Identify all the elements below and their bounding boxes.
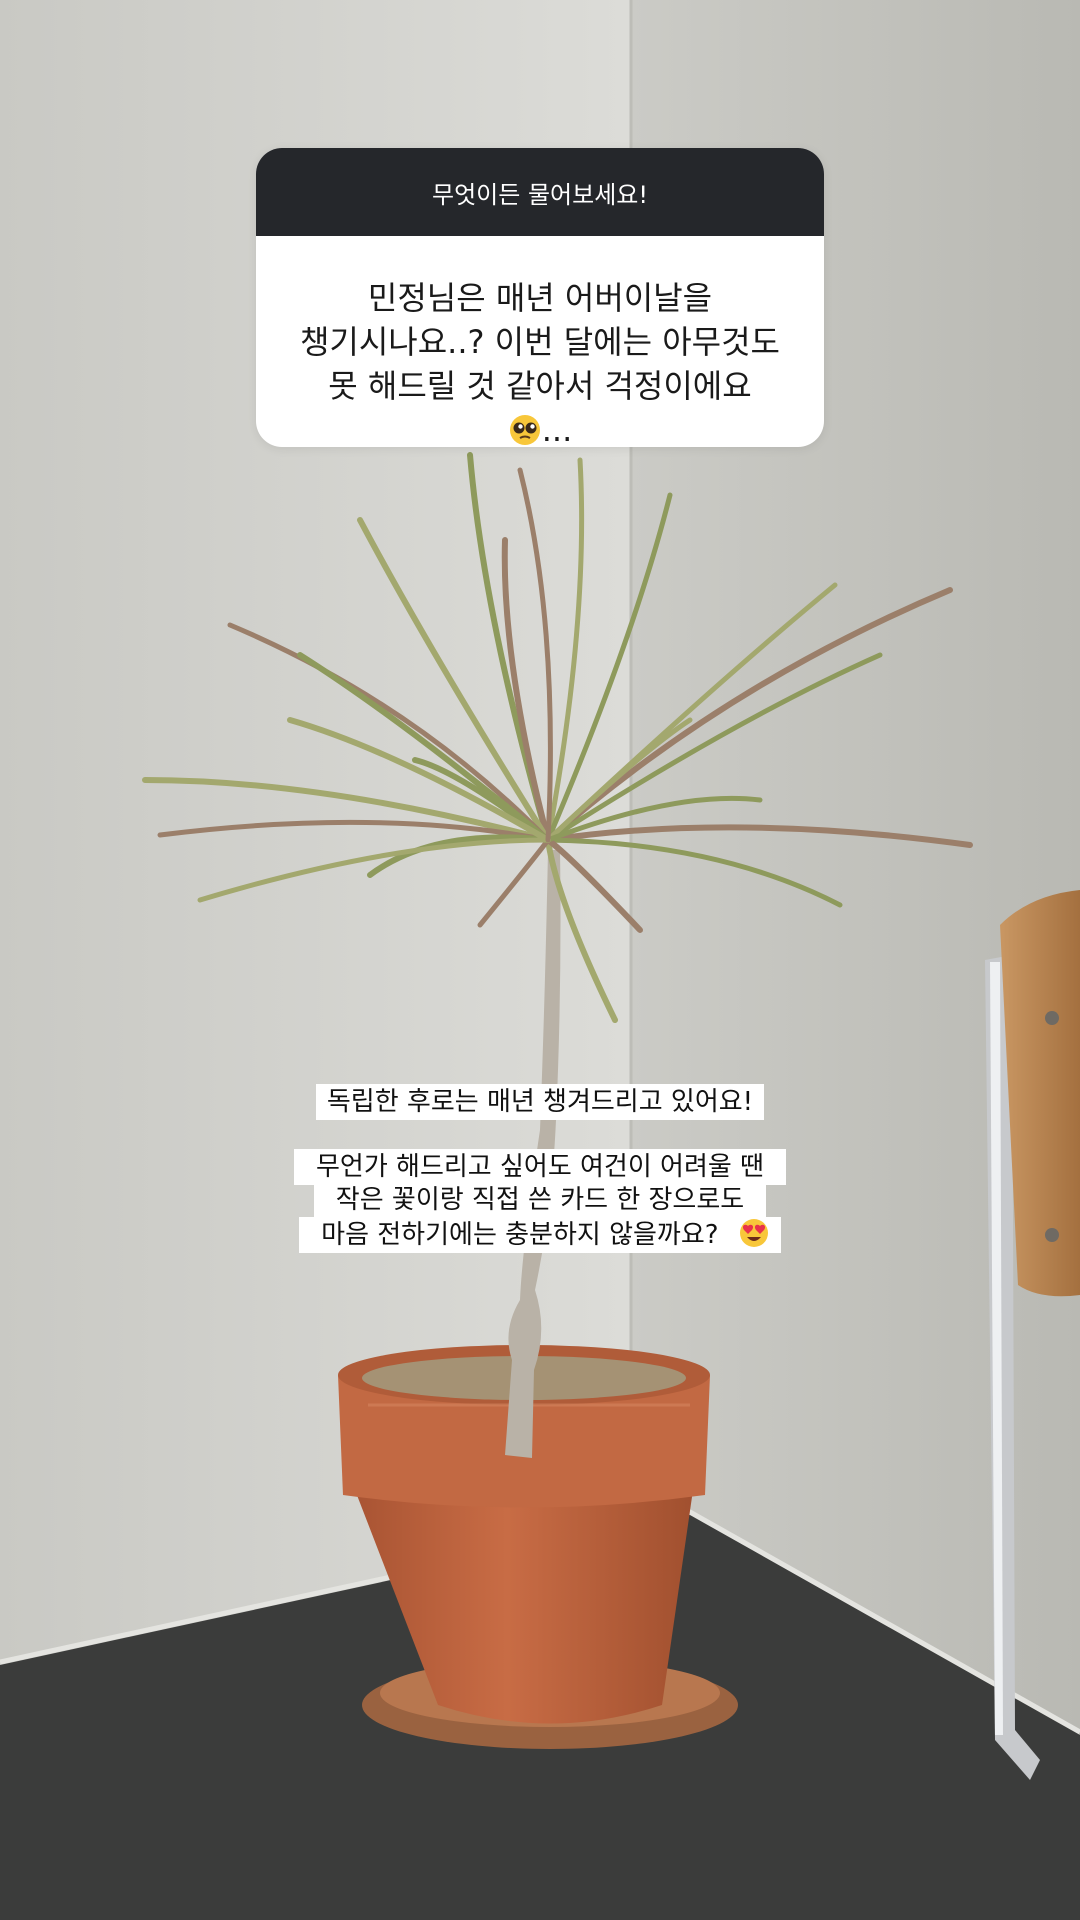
answer-line-1-box: 독립한 후로는 매년 챙겨드리고 있어요! [200, 1084, 880, 1120]
pleading-face-emoji [509, 414, 540, 445]
answer-line-2-box: 무언가 해드리고 싶어도 여건이 어려울 땐 작은 꽃이랑 직접 쓴 카드 한 … [200, 1149, 880, 1253]
question-sticker-header: 무엇이든 물어보세요! [256, 148, 824, 236]
question-text: 민정님은 매년 어버이날을 챙기시나요..? 이번 달에는 아무것도 못 해드릴… [299, 278, 780, 405]
heart-eyes-emoji [739, 1219, 768, 1247]
question-suffix: ... [541, 410, 573, 448]
question-sticker[interactable]: 무엇이든 물어보세요! 민정님은 매년 어버이날을 챙기시나요..? 이번 달에… [256, 148, 824, 447]
question-text-container: 민정님은 매년 어버이날을 챙기시나요..? 이번 달에는 아무것도 못 해드릴… [256, 236, 824, 448]
answer-line-2: 무언가 해드리고 싶어도 여건이 어려울 땐 작은 꽃이랑 직접 쓴 카드 한 … [305, 1149, 775, 1253]
answer-line-1: 독립한 후로는 매년 챙겨드리고 있어요! [315, 1084, 765, 1120]
